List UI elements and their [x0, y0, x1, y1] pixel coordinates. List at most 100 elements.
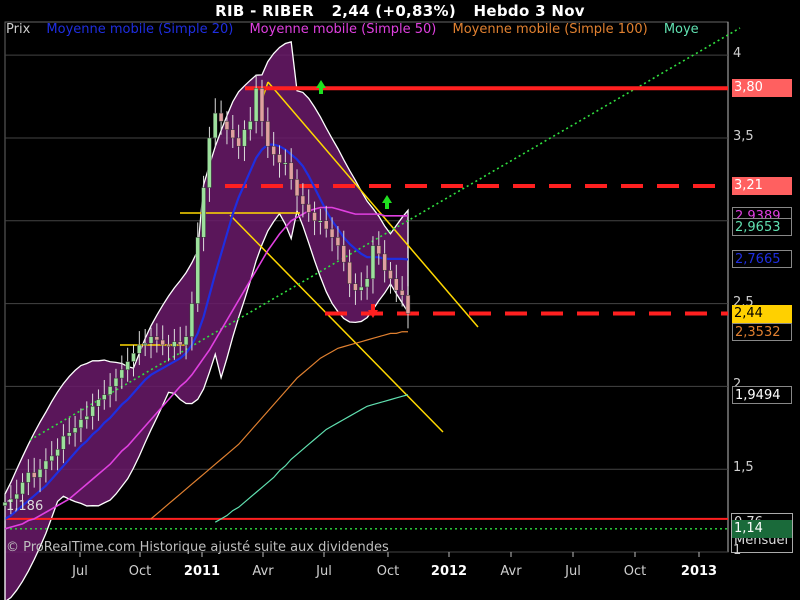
price-tag: 1,14 — [732, 519, 792, 538]
period-label: Hebdo 3 Nov — [473, 2, 585, 20]
x-tick-label: Avr — [252, 564, 274, 579]
legend: Prix Moyenne mobile (Simple 20) Moyenne … — [6, 22, 711, 37]
price-tag: 3,80 — [732, 79, 792, 98]
price-candle — [312, 212, 317, 221]
price-candle — [113, 377, 119, 387]
price-tag: 2,7665 — [732, 250, 792, 269]
price-tag: 2,44 — [732, 304, 792, 323]
x-tick-label: Jul — [316, 564, 332, 579]
price-candle — [341, 245, 347, 263]
price-candle — [78, 419, 84, 429]
stock-chart — [2, 21, 741, 600]
y-tick-label: 4 — [733, 46, 742, 62]
price-candle — [43, 460, 49, 470]
y-tick-label: 1,5 — [733, 460, 754, 476]
price-candle — [388, 270, 393, 279]
price-candle — [242, 129, 247, 147]
price-candle — [137, 344, 142, 354]
price-candle — [154, 336, 160, 341]
price-candle — [213, 112, 218, 139]
x-tick-label: Jul — [72, 564, 88, 579]
y-tick-label: 1 — [733, 543, 742, 558]
price-candle — [96, 399, 101, 407]
legend-sma50[interactable]: Moyenne mobile (Simple 50) — [249, 22, 436, 37]
symbol-label: RIB - RIBER — [215, 2, 315, 20]
legend-sma-more[interactable]: Moye — [664, 22, 699, 37]
price-candle — [177, 341, 183, 346]
price-candle — [61, 435, 66, 450]
price-candle — [259, 88, 265, 122]
price-candle — [230, 129, 236, 139]
price-candle — [31, 472, 37, 478]
price-candle — [37, 468, 43, 478]
quote-label: 2,44 (+0,83%) — [331, 2, 457, 20]
price-candle — [294, 179, 300, 197]
legend-prix[interactable]: Prix — [6, 22, 30, 37]
legend-sma100[interactable]: Moyenne mobile (Simple 100) — [453, 22, 648, 37]
price-candle — [125, 361, 130, 371]
price-candle — [131, 353, 136, 362]
price-candle — [283, 162, 288, 165]
x-tick-label: Avr — [500, 564, 522, 579]
price-candle — [394, 278, 399, 291]
price-tag: 3,21 — [732, 176, 792, 195]
price-candle — [364, 278, 370, 288]
price-candle — [201, 187, 206, 238]
x-tick-label: 2012 — [430, 564, 468, 579]
price-candle — [370, 245, 376, 279]
x-tick-label: Oct — [623, 564, 647, 579]
copyright-text: © ProRealTime.com Historique ajusté suit… — [6, 540, 389, 555]
price-candle — [195, 237, 200, 304]
price-candle — [90, 406, 95, 417]
price-tag: 2,9653 — [732, 217, 792, 236]
price-candle — [55, 449, 60, 457]
price-candle — [253, 88, 259, 122]
price-candle — [399, 290, 405, 296]
price-candle — [265, 121, 271, 147]
price-tag: 1,9494 — [732, 385, 792, 404]
price-candle — [172, 341, 177, 347]
price-candle — [119, 369, 125, 379]
price-candle — [160, 339, 165, 346]
price-candle — [218, 112, 224, 122]
chart-title: RIB - RIBER 2,44 (+0,83%) Hebdo 3 Nov — [0, 0, 800, 22]
price-tag: 2,3532 — [732, 322, 792, 341]
x-tick-label: Oct — [128, 564, 152, 579]
price-candle — [49, 455, 54, 462]
price-candle — [66, 432, 72, 437]
price-candle — [142, 343, 148, 346]
price-candle — [382, 253, 387, 271]
price-candle — [359, 286, 364, 291]
price-candle — [224, 121, 230, 130]
price-candle — [271, 145, 276, 155]
y-tick-label: 3,5 — [733, 128, 754, 144]
x-tick-label: Oct — [376, 564, 400, 579]
price-candle — [277, 154, 282, 164]
price-candle — [248, 121, 253, 130]
x-tick-label: 2011 — [183, 564, 221, 579]
price-candle — [318, 220, 323, 223]
annotation-label: 1,186 — [6, 499, 44, 515]
x-tick-label: 2013 — [680, 564, 718, 579]
price-candle — [236, 137, 241, 147]
price-candle — [353, 283, 358, 291]
price-candle — [207, 137, 212, 188]
price-candle — [335, 237, 341, 246]
price-candle — [107, 386, 113, 395]
price-candle — [166, 344, 171, 347]
price-candle — [405, 295, 411, 314]
price-candle — [26, 472, 31, 483]
price-candle — [72, 427, 78, 433]
price-candle — [189, 303, 195, 337]
price-candle — [183, 336, 189, 346]
price-candle — [306, 203, 311, 213]
price-candle — [300, 195, 306, 205]
price-candle — [288, 162, 294, 180]
price-candle — [323, 220, 329, 230]
price-candle — [376, 245, 382, 255]
legend-sma20[interactable]: Moyenne mobile (Simple 20) — [46, 22, 233, 37]
price-candle — [102, 394, 107, 400]
price-candle — [148, 336, 154, 344]
price-candle — [329, 228, 335, 238]
price-candle — [20, 482, 25, 495]
